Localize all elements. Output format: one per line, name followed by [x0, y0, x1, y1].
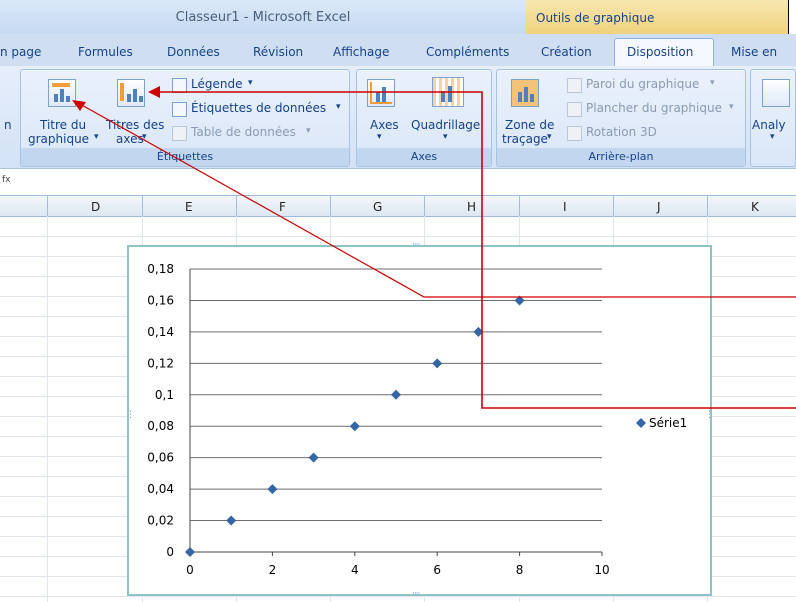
annotation-line-axes: [158, 91, 796, 409]
x-tick-label: 10: [594, 563, 609, 577]
x-tick-label: 6: [433, 563, 441, 577]
x-tick-label: 8: [516, 563, 524, 577]
y-tick-label: 0,18: [147, 262, 174, 276]
y-tick-label: 0,06: [147, 451, 174, 465]
y-tick-label: 0,16: [147, 293, 174, 307]
y-tick-label: 0,04: [147, 482, 174, 496]
x-tick-label: 2: [269, 563, 277, 577]
legend-label: Série1: [649, 416, 687, 430]
annotation-arrowhead-title: [72, 100, 86, 111]
x-tick-label: 4: [351, 563, 359, 577]
y-tick-label: 0: [166, 545, 174, 559]
data-point: [308, 452, 319, 463]
y-tick-label: 0,1: [155, 388, 174, 402]
data-point: [267, 484, 278, 495]
annotation-line-title: [79, 103, 796, 298]
data-point: [226, 515, 237, 526]
scatter-chart: 0 0,02 0,04 0,06 0,08 0,1 0,12 0,14 0,16 0,18 0 2 4 6…: [72, 86, 796, 577]
y-tick-label: 0,12: [147, 356, 174, 370]
data-point: [185, 547, 195, 557]
data-point: [432, 358, 443, 369]
y-tick-label: 0,14: [147, 325, 174, 339]
x-tick-label: 0: [186, 563, 194, 577]
y-tick-label: 0,02: [147, 514, 174, 528]
annotation-arrowhead-axes: [148, 86, 160, 98]
data-point: [391, 389, 401, 400]
data-point: [349, 421, 360, 432]
legend-marker: [636, 418, 646, 428]
y-tick-label: 0,08: [147, 419, 174, 433]
